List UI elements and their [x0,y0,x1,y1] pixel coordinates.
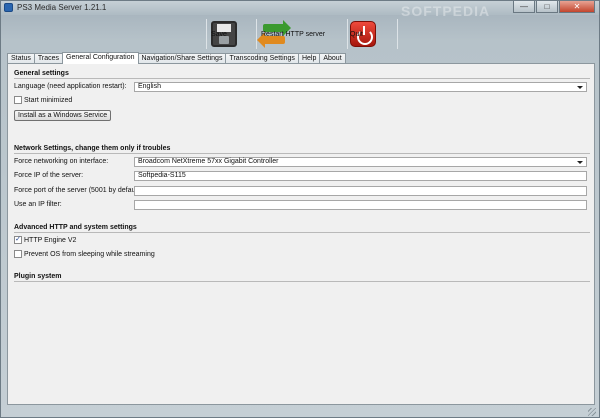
prevent-sleep-label: Prevent OS from sleeping while streaming [24,251,155,258]
start-minimized-label: Start minimized [24,97,73,104]
app-window: PS3 Media Server 1.21.1 SOFTPEDIA — □ ✕ … [0,0,600,418]
interface-value: Broadcom NetXtreme 57xx Gigabit Controll… [138,158,279,165]
quit-button[interactable]: Quit [350,19,376,49]
section-divider [14,232,590,233]
chevron-down-icon [577,86,583,89]
install-windows-service-button[interactable]: Install as a Windows Service [14,110,112,121]
app-icon [4,3,13,12]
general-configuration-panel: General settings Language (need applicat… [7,63,595,405]
interface-select[interactable]: Broadcom NetXtreme 57xx Gigabit Controll… [134,157,587,167]
section-divider [14,78,590,79]
general-settings-title: General settings [14,70,69,77]
resize-grip-icon[interactable] [588,408,596,416]
language-select[interactable]: English [134,82,587,92]
force-port-label: Force port of the server (5001 by defaul… [14,187,144,194]
chevron-down-icon [577,161,583,164]
minimize-button[interactable]: — [513,1,535,13]
toolbar-separator [206,19,207,49]
force-port-input[interactable] [134,186,587,196]
force-ip-input[interactable]: Softpedia-S115 [134,171,587,181]
prevent-sleep-checkbox[interactable] [14,250,22,258]
http-engine-v2-label: HTTP Engine V2 [24,237,77,244]
save-label: Save [211,30,227,38]
tab-general-configuration[interactable]: General Configuration [62,52,139,64]
language-value: English [138,83,161,90]
ip-filter-input[interactable] [134,200,587,210]
quit-label: Quit [350,30,363,38]
restart-http-button[interactable]: Restart HTTP server [257,19,325,49]
title-bar[interactable]: PS3 Media Server 1.21.1 SOFTPEDIA — □ ✕ [1,1,599,19]
interface-label: Force networking on interface: [14,158,109,165]
toolbar: Save Restart HTTP server Quit [1,15,599,53]
restart-label: Restart HTTP server [261,30,326,38]
save-button[interactable]: Save [211,19,237,49]
http-engine-v2-checkbox[interactable]: ✓ [14,236,22,244]
start-minimized-checkbox[interactable] [14,96,22,104]
force-ip-label: Force IP of the server: [14,172,84,179]
toolbar-separator [347,19,348,49]
section-divider [14,281,590,282]
section-divider [14,153,590,154]
window-title: PS3 Media Server 1.21.1 [17,3,107,12]
language-label: Language (need application restart): [14,83,127,90]
maximize-button[interactable]: □ [536,1,558,13]
network-settings-title: Network Settings, change them only if tr… [14,145,171,152]
ip-filter-label: Use an IP filter: [14,201,62,208]
plugin-system-title: Plugin system [14,273,62,280]
status-bar [1,407,599,417]
toolbar-separator [397,19,398,49]
advanced-settings-title: Advanced HTTP and system settings [14,224,137,231]
close-button[interactable]: ✕ [559,1,595,13]
